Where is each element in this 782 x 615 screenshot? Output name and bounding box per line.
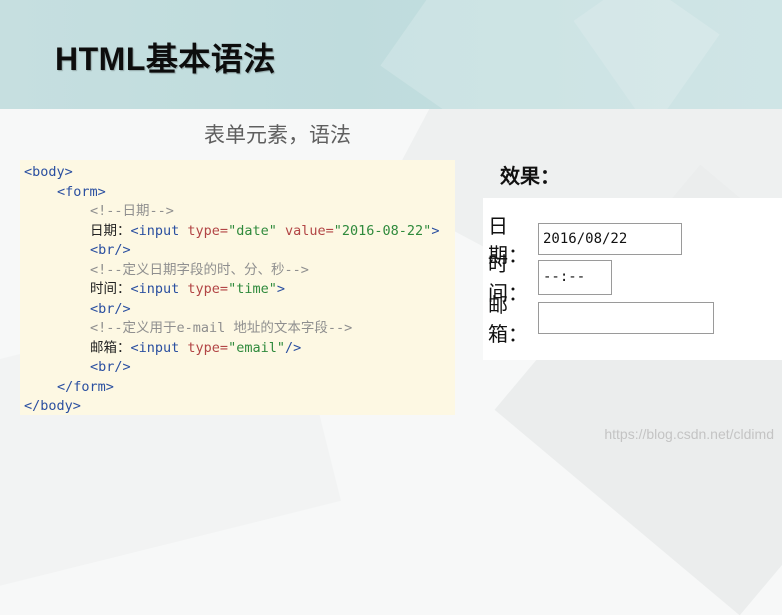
slide-title: HTML基本语法	[55, 41, 276, 77]
code-line: </form>	[20, 378, 455, 398]
slide-subtitle: 表单元素，语法	[204, 123, 351, 147]
code-line: <br/>	[20, 300, 455, 320]
code-string: "date"	[228, 222, 277, 239]
code-tag: <input	[130, 222, 180, 239]
code-text: 时间：	[90, 281, 131, 297]
email-row: 邮箱：	[488, 289, 714, 347]
code-comment: <!--定义日期字段的时、分、秒-->	[90, 261, 309, 278]
code-line: 日期：<input type="date" value="2016-08-22"…	[20, 222, 455, 242]
code-block: <body> <form> <!--日期--> 日期：<input type="…	[20, 160, 455, 415]
code-line: <!--定义日期字段的时、分、秒-->	[20, 261, 455, 281]
code-tag: <form>	[57, 183, 106, 200]
code-attr: type=	[187, 222, 229, 239]
code-tag: <body>	[24, 164, 73, 180]
code-tag: />	[284, 339, 302, 356]
code-tag: </form>	[57, 378, 114, 395]
code-line: <body>	[20, 163, 455, 183]
effect-heading: 效果：	[500, 164, 560, 188]
code-attr: type=	[187, 339, 229, 356]
code-text: 日期：	[90, 222, 131, 239]
code-tag: >	[431, 222, 440, 239]
code-comment: <!--日期-->	[90, 203, 174, 219]
code-line: <form>	[20, 183, 455, 203]
code-line: 邮箱：<input type="email"/>	[20, 339, 455, 359]
email-input[interactable]	[538, 302, 714, 334]
watermark: https://blog.csdn.net/cldimd	[604, 426, 774, 442]
effect-panel: 日期： 2016/08/22 时间： --:-- 邮箱：	[483, 198, 782, 360]
email-label: 邮箱：	[488, 293, 528, 346]
code-tag: <br/>	[90, 242, 131, 258]
code-tag: <input	[130, 339, 180, 356]
code-tag: </body>	[24, 398, 81, 414]
code-tag: <br/>	[90, 359, 131, 375]
slide-header: HTML基本语法	[0, 0, 782, 109]
code-line: <!--日期-->	[20, 202, 455, 222]
code-line: </body>	[20, 397, 455, 417]
code-string: "email"	[228, 339, 285, 356]
code-tag: <input	[130, 281, 180, 297]
code-string: "2016-08-22"	[333, 222, 432, 239]
code-attr: value=	[284, 222, 334, 239]
code-line: <!--定义用于e-mail 地址的文本字段-->	[20, 319, 455, 339]
code-attr: type=	[187, 281, 229, 297]
code-tag: >	[276, 281, 285, 297]
code-line: 时间：<input type="time">	[20, 280, 455, 300]
code-text: 邮箱：	[90, 339, 131, 356]
code-tag: <br/>	[90, 300, 131, 317]
code-line: <br/>	[20, 241, 455, 261]
code-string: "time"	[228, 281, 277, 297]
code-line: <br/>	[20, 358, 455, 378]
code-comment: <!--定义用于e-mail 地址的文本字段-->	[90, 320, 353, 336]
